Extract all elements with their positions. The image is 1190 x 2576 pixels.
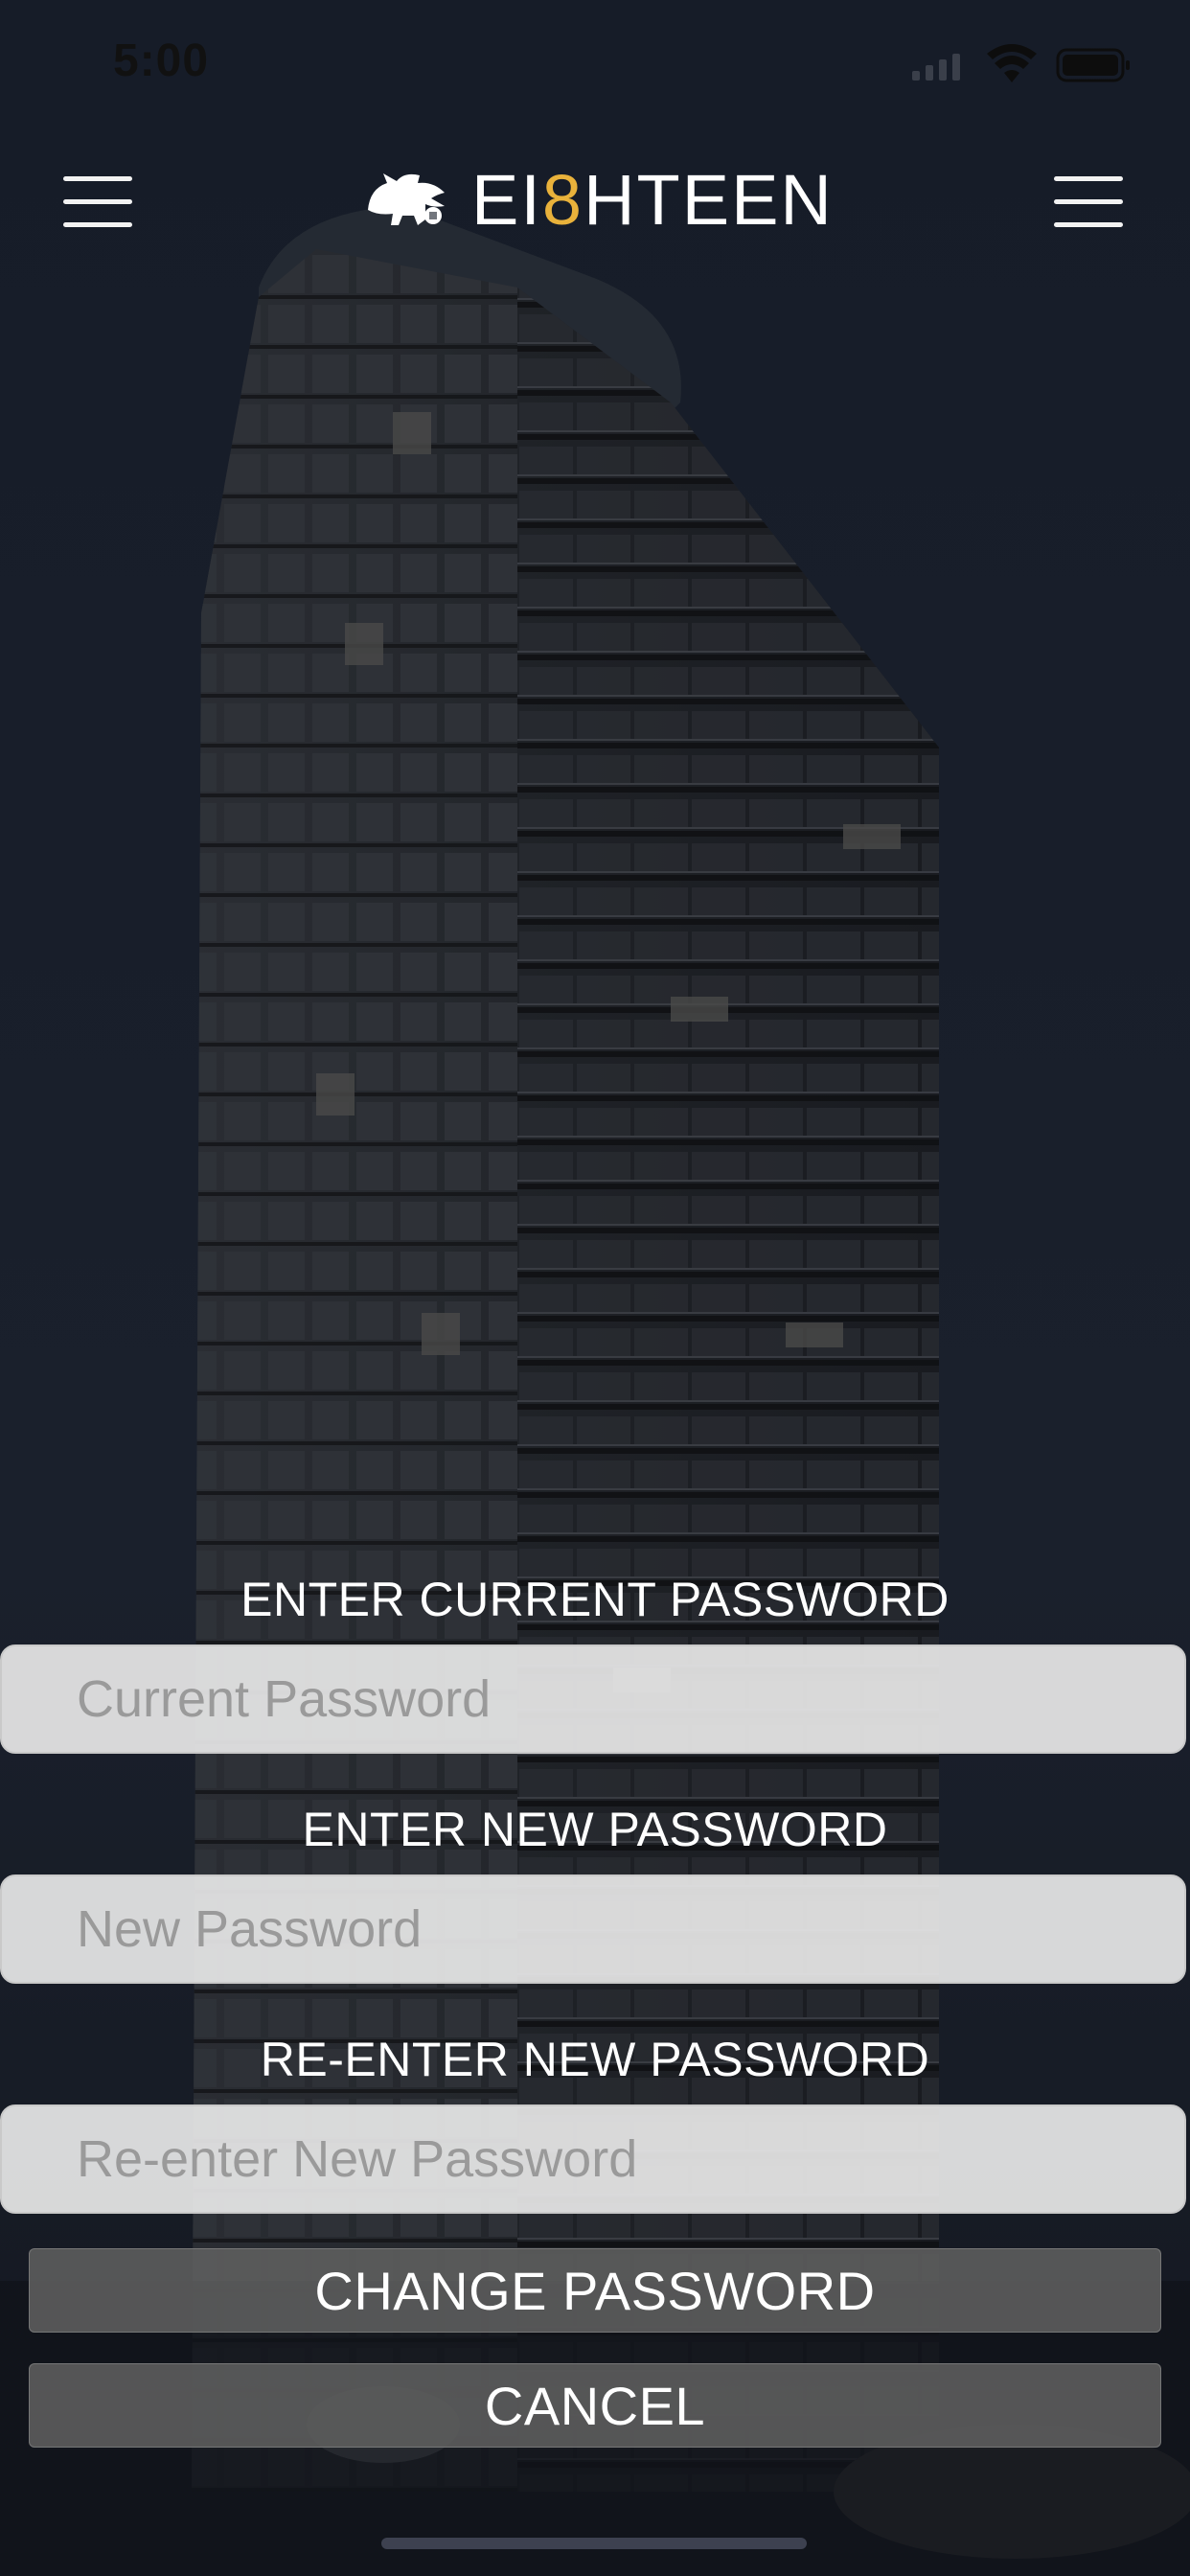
- hamburger-menu-icon[interactable]: [1054, 171, 1127, 232]
- griffin-logo-icon: [368, 173, 445, 225]
- confirm-password-label: RE-ENTER NEW PASSWORD: [260, 2033, 930, 2086]
- new-password-input[interactable]: [77, 1876, 1131, 1982]
- cancel-button[interactable]: CANCEL: [29, 2363, 1161, 2448]
- signal-icon: [912, 54, 960, 80]
- home-indicator: [381, 2538, 807, 2549]
- wifi-icon: [987, 44, 1037, 82]
- change-password-button[interactable]: CHANGE PASSWORD: [29, 2248, 1161, 2333]
- battery-icon: [1056, 48, 1130, 82]
- brand-wordmark: EI8HTEEN: [471, 159, 834, 240]
- new-password-label: ENTER NEW PASSWORD: [302, 1803, 888, 1856]
- status-time: 5:00: [113, 35, 210, 86]
- status-icons: [903, 44, 1133, 86]
- current-password-label: ENTER CURRENT PASSWORD: [240, 1573, 950, 1626]
- confirm-password-input[interactable]: [77, 2106, 1131, 2212]
- hamburger-menu-icon[interactable]: [63, 171, 136, 232]
- confirm-password-field[interactable]: [0, 2104, 1186, 2214]
- current-password-field[interactable]: [0, 1644, 1186, 1754]
- status-bar: 5:00: [0, 0, 1190, 125]
- brand-logo: EI8HTEEN: [362, 159, 834, 240]
- new-password-field[interactable]: [0, 1874, 1186, 1984]
- app-header: EI8HTEEN: [0, 144, 1190, 259]
- current-password-input[interactable]: [77, 1646, 1131, 1752]
